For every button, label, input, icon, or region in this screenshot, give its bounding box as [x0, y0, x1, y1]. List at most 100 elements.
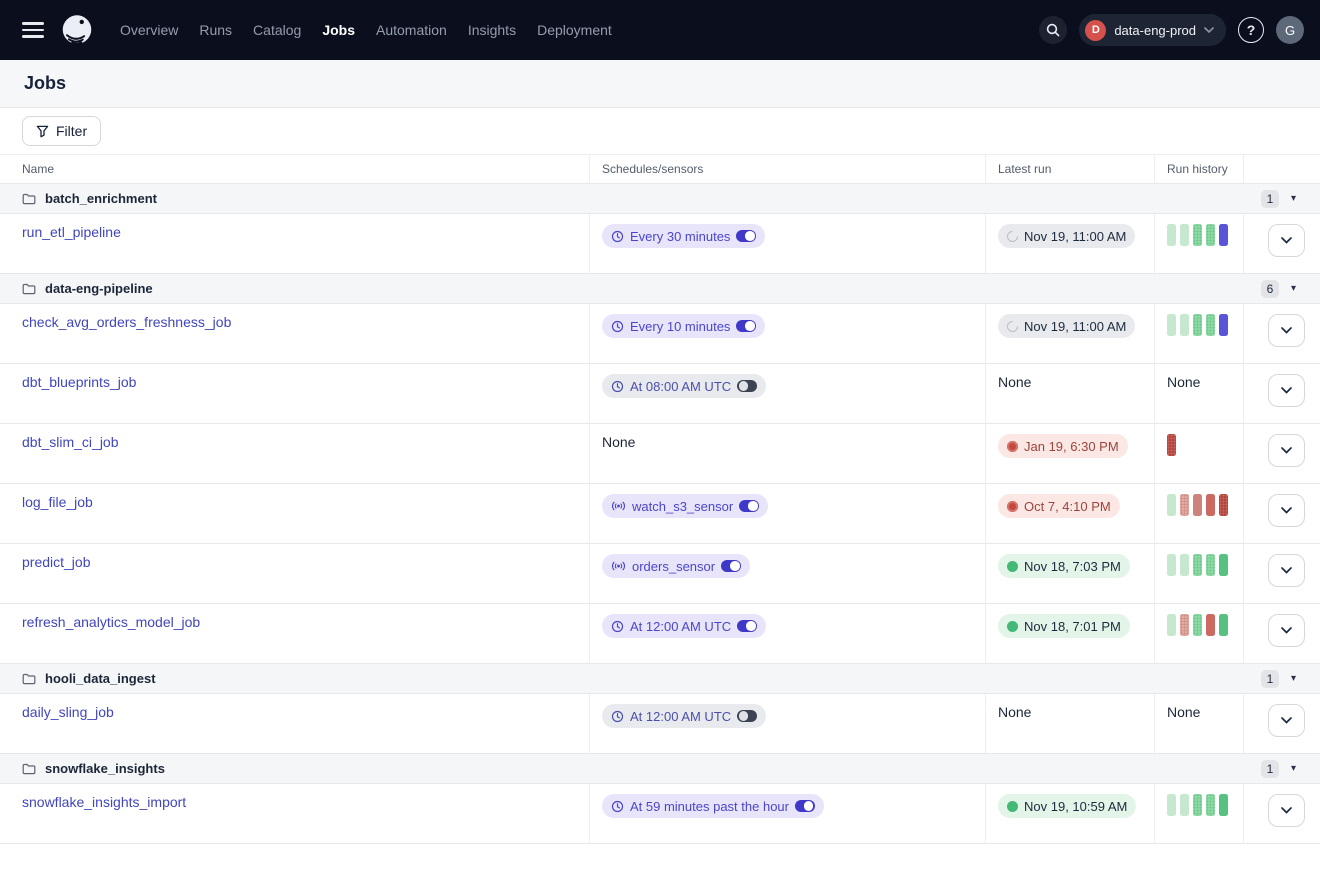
run-history-bars[interactable] [1167, 314, 1243, 336]
run-history-bar[interactable] [1219, 554, 1228, 576]
run-history-bars[interactable] [1167, 224, 1243, 246]
schedule-pill[interactable]: At 08:00 AM UTC [602, 374, 766, 398]
run-history-bar[interactable] [1193, 224, 1202, 246]
user-avatar[interactable]: G [1276, 16, 1304, 44]
job-link[interactable]: run_etl_pipeline [22, 224, 121, 240]
run-history-bar[interactable] [1219, 614, 1228, 636]
hamburger-menu-icon[interactable] [22, 22, 44, 37]
schedule-toggle[interactable] [737, 620, 757, 633]
run-history-bar[interactable] [1219, 224, 1228, 246]
run-history-bar[interactable] [1193, 494, 1202, 516]
schedule-toggle[interactable] [737, 710, 757, 723]
run-history-bar[interactable] [1167, 794, 1176, 816]
job-link[interactable]: predict_job [22, 554, 91, 570]
run-history-bar[interactable] [1193, 314, 1202, 336]
run-history-bars[interactable] [1167, 554, 1243, 576]
job-link[interactable]: dbt_blueprints_job [22, 374, 136, 390]
filter-button[interactable]: Filter [22, 116, 101, 146]
run-history-bar[interactable] [1193, 554, 1202, 576]
search-button[interactable] [1039, 16, 1067, 44]
schedule-toggle[interactable] [736, 320, 756, 333]
run-history-bar[interactable] [1180, 794, 1189, 816]
expand-button[interactable] [1268, 494, 1305, 527]
collapse-caret-icon[interactable]: ▾ [1291, 283, 1296, 294]
expand-button[interactable] [1268, 224, 1305, 257]
nav-item-catalog[interactable]: Catalog [253, 22, 301, 38]
run-history-bar[interactable] [1219, 314, 1228, 336]
job-link[interactable]: snowflake_insights_import [22, 794, 186, 810]
run-history-bar[interactable] [1167, 614, 1176, 636]
expand-button[interactable] [1268, 434, 1305, 467]
job-link[interactable]: daily_sling_job [22, 704, 114, 720]
collapse-caret-icon[interactable]: ▾ [1291, 763, 1296, 774]
expand-button[interactable] [1268, 374, 1305, 407]
schedule-pill[interactable]: At 12:00 AM UTC [602, 614, 766, 638]
expand-button[interactable] [1268, 554, 1305, 587]
schedule-toggle[interactable] [795, 800, 815, 813]
nav-item-jobs[interactable]: Jobs [322, 22, 355, 38]
latest-run-pill[interactable]: Nov 18, 7:01 PM [998, 614, 1130, 638]
run-history-bar[interactable] [1193, 794, 1202, 816]
deployment-switcher[interactable]: D data-eng-prod [1079, 14, 1226, 46]
run-history-bar[interactable] [1167, 224, 1176, 246]
run-history-bar[interactable] [1206, 314, 1215, 336]
schedule-pill[interactable]: Every 30 minutes [602, 224, 765, 248]
run-history-bar[interactable] [1180, 224, 1189, 246]
run-history-bar[interactable] [1180, 554, 1189, 576]
schedule-pill[interactable]: At 12:00 AM UTC [602, 704, 766, 728]
collapse-caret-icon[interactable]: ▾ [1291, 193, 1296, 204]
job-link[interactable]: dbt_slim_ci_job [22, 434, 119, 450]
run-history-bars[interactable] [1167, 434, 1243, 456]
run-history-bar[interactable] [1219, 494, 1228, 516]
latest-run-pill[interactable]: Jan 19, 6:30 PM [998, 434, 1128, 458]
expand-button[interactable] [1268, 704, 1305, 737]
run-history-bars[interactable] [1167, 794, 1243, 816]
latest-run-pill[interactable]: Nov 18, 7:03 PM [998, 554, 1130, 578]
nav-item-insights[interactable]: Insights [468, 22, 516, 38]
schedule-toggle[interactable] [737, 380, 757, 393]
run-history-bars[interactable] [1167, 614, 1243, 636]
nav-item-runs[interactable]: Runs [199, 22, 232, 38]
job-group-row[interactable]: hooli_data_ingest 1 ▾ [0, 663, 1320, 693]
run-history-bar[interactable] [1180, 614, 1189, 636]
run-history-bar[interactable] [1180, 314, 1189, 336]
nav-item-automation[interactable]: Automation [376, 22, 447, 38]
job-link[interactable]: check_avg_orders_freshness_job [22, 314, 231, 330]
run-history-bar[interactable] [1206, 794, 1215, 816]
job-link[interactable]: log_file_job [22, 494, 93, 510]
run-history-bar[interactable] [1167, 314, 1176, 336]
run-history-bar[interactable] [1167, 494, 1176, 516]
sensor-toggle[interactable] [721, 560, 741, 573]
run-history-bar[interactable] [1206, 224, 1215, 246]
job-link[interactable]: refresh_analytics_model_job [22, 614, 200, 630]
expand-button[interactable] [1268, 614, 1305, 647]
schedule-toggle[interactable] [736, 230, 756, 243]
run-history-bar[interactable] [1206, 554, 1215, 576]
job-group-row[interactable]: snowflake_insights 1 ▾ [0, 753, 1320, 783]
run-history-bar[interactable] [1219, 794, 1228, 816]
dagster-logo-icon[interactable] [58, 11, 96, 49]
latest-run-pill[interactable]: Oct 7, 4:10 PM [998, 494, 1120, 518]
run-history-bar[interactable] [1206, 494, 1215, 516]
latest-run-pill[interactable]: Nov 19, 11:00 AM [998, 224, 1135, 248]
run-history-bar[interactable] [1206, 614, 1215, 636]
collapse-caret-icon[interactable]: ▾ [1291, 673, 1296, 684]
job-group-row[interactable]: data-eng-pipeline 6 ▾ [0, 273, 1320, 303]
nav-item-overview[interactable]: Overview [120, 22, 178, 38]
run-history-bar[interactable] [1193, 614, 1202, 636]
run-history-bar[interactable] [1167, 434, 1176, 456]
nav-item-deployment[interactable]: Deployment [537, 22, 612, 38]
schedule-pill[interactable]: At 59 minutes past the hour [602, 794, 824, 818]
run-history-bar[interactable] [1180, 494, 1189, 516]
expand-button[interactable] [1268, 314, 1305, 347]
schedule-pill[interactable]: Every 10 minutes [602, 314, 765, 338]
expand-button[interactable] [1268, 794, 1305, 827]
help-button[interactable]: ? [1238, 17, 1264, 43]
latest-run-pill[interactable]: Nov 19, 11:00 AM [998, 314, 1135, 338]
job-group-row[interactable]: batch_enrichment 1 ▾ [0, 183, 1320, 213]
sensor-pill[interactable]: orders_sensor [602, 554, 750, 578]
sensor-pill[interactable]: watch_s3_sensor [602, 494, 768, 518]
latest-run-pill[interactable]: Nov 19, 10:59 AM [998, 794, 1136, 818]
run-history-bars[interactable] [1167, 494, 1243, 516]
run-history-bar[interactable] [1167, 554, 1176, 576]
